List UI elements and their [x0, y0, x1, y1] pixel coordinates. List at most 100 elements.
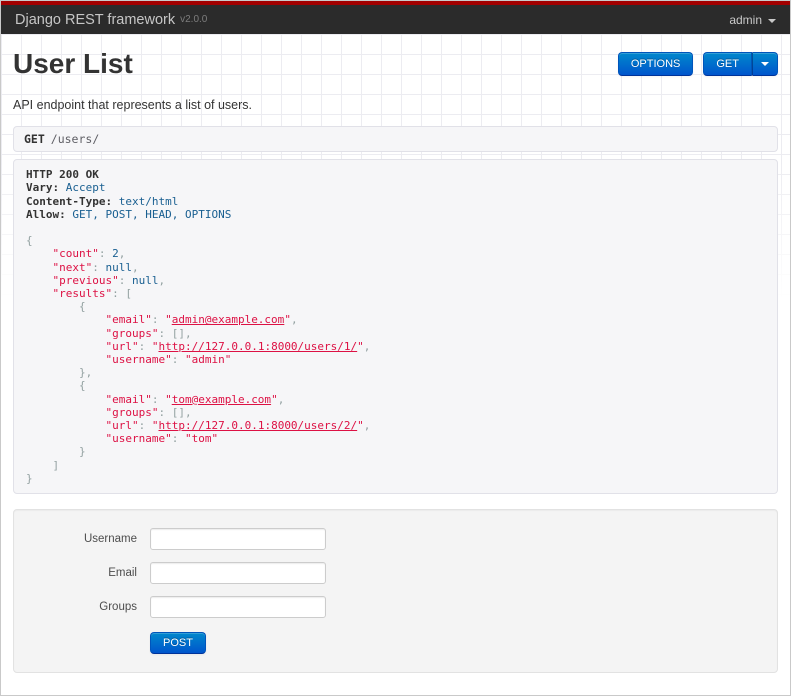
code-token: : — [138, 339, 152, 353]
page: Django REST framework v2.0.0 admin User … — [0, 0, 791, 696]
form-row: Username — [14, 528, 777, 551]
code-token: "tom" — [184, 432, 219, 446]
code-token: { — [26, 234, 33, 248]
email-field[interactable] — [150, 562, 326, 585]
options-button[interactable]: OPTIONS — [617, 52, 694, 76]
email-label: Email — [108, 567, 137, 580]
code-token: " — [357, 419, 364, 433]
code-token: : — [118, 273, 132, 287]
user-menu-label: admin — [729, 12, 762, 27]
code-token: " — [271, 392, 278, 406]
username-label: Username — [83, 533, 137, 546]
post-form: Username Email Groups POST — [13, 509, 778, 674]
code-token: : — [151, 313, 166, 327]
code-token: "email" — [105, 313, 152, 327]
code-token: , — [118, 247, 126, 261]
groups-label: Groups — [99, 601, 137, 614]
code-token: : — [92, 260, 106, 274]
code-token: "admin" — [184, 353, 232, 367]
code-token: , — [277, 392, 285, 406]
code-token: , — [363, 339, 371, 353]
code-token: : — [171, 353, 185, 367]
code-token: "results" — [52, 287, 113, 301]
code-token: GET, POST, HEAD, OPTIONS — [72, 207, 232, 221]
response-body: HTTP 200 OK Vary: Accept Content-Type: t… — [13, 159, 778, 495]
code-token: "count" — [52, 247, 99, 261]
code-token: "groups" — [105, 405, 159, 419]
code-token: Accept — [65, 181, 106, 195]
json-link[interactable]: admin@example.com — [172, 313, 285, 326]
code-token: null — [105, 260, 133, 274]
code-token: : [], — [158, 405, 192, 419]
code-token: { — [78, 379, 86, 393]
code-token: , — [290, 313, 298, 327]
request-method: GET — [24, 132, 45, 147]
caret-down-icon — [768, 18, 776, 23]
form-row: Email — [14, 562, 777, 585]
brand-version: v2.0.0 — [180, 14, 208, 25]
get-button[interactable]: GET — [703, 52, 752, 76]
code-token: "url" — [105, 419, 139, 433]
request-path: /users/ — [50, 132, 100, 147]
endpoint-description: API endpoint that represents a list of u… — [13, 98, 253, 113]
code-token: : — [151, 392, 166, 406]
post-button[interactable]: POST — [150, 632, 206, 655]
json-link[interactable]: http://127.0.0.1:8000/users/2/ — [158, 419, 357, 432]
code-token: , — [363, 419, 371, 433]
form-actions: POST — [14, 632, 777, 655]
username-field[interactable] — [150, 528, 326, 551]
json-link[interactable]: http://127.0.0.1:8000/users/1/ — [158, 340, 357, 353]
code-token: " — [165, 313, 172, 327]
code-token: "username" — [105, 353, 172, 367]
code-token: 2 — [112, 247, 119, 261]
page-title: User List — [13, 48, 133, 79]
code-token: null — [131, 273, 159, 287]
code-token: text/html — [118, 194, 179, 208]
groups-field[interactable] — [150, 596, 326, 619]
get-dropdown-toggle[interactable] — [752, 52, 778, 76]
form-row: Groups — [14, 596, 777, 619]
code-token: : [], — [158, 326, 192, 340]
code-token: : — [98, 247, 113, 261]
code-token: : — [138, 419, 152, 433]
user-menu-dropdown[interactable]: admin — [729, 13, 776, 27]
main-content: User List OPTIONS GET API endpoint that … — [1, 48, 790, 674]
page-header: User List OPTIONS GET — [13, 48, 778, 80]
code-token: Content-Type: — [26, 194, 113, 208]
code-token: ] — [52, 458, 60, 472]
code-token: "username" — [105, 432, 172, 446]
code-token: } — [78, 445, 86, 459]
code-token: { — [78, 300, 86, 314]
code-token: " — [284, 313, 291, 327]
code-token: HTTP 200 OK — [26, 168, 99, 182]
code-token: "next" — [52, 260, 93, 274]
code-token: "url" — [105, 339, 139, 353]
code-token: : [ — [112, 287, 132, 301]
caret-down-icon — [761, 62, 769, 66]
code-token: }, — [78, 366, 93, 380]
json-link[interactable]: tom@example.com — [172, 393, 271, 406]
code-token: , — [132, 260, 139, 274]
code-token: , — [158, 273, 166, 287]
code-token: : — [171, 432, 185, 446]
code-token: } — [26, 471, 33, 485]
navbar: Django REST framework v2.0.0 admin — [1, 1, 790, 34]
